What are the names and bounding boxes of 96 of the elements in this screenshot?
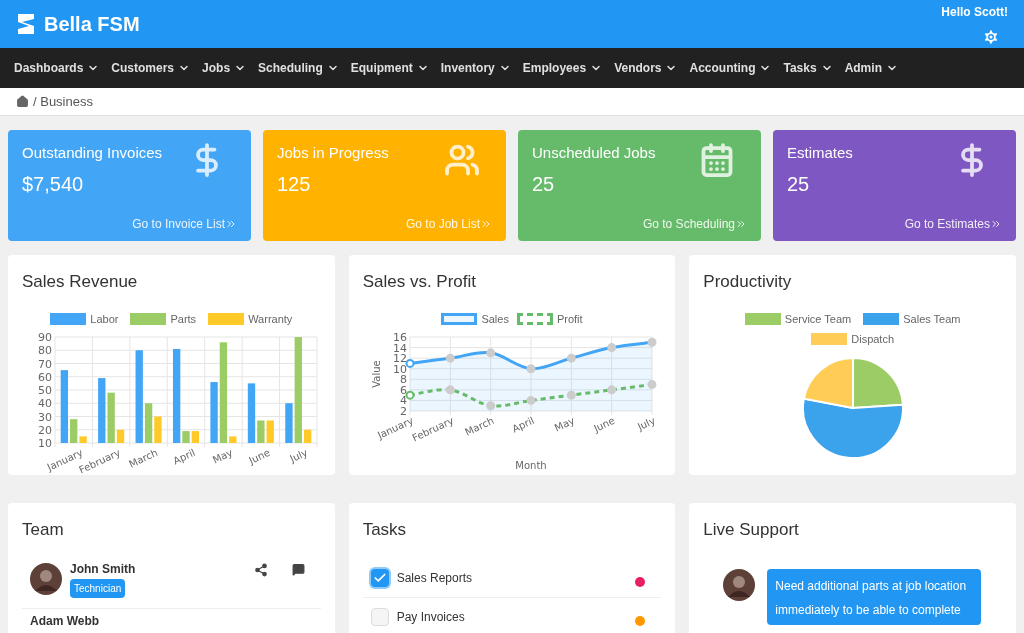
nav-menu[interactable]: Inventory [434, 59, 517, 77]
bar [192, 431, 200, 443]
y-tick-label: 50 [38, 384, 53, 397]
home-icon[interactable] [16, 95, 29, 108]
double-chevron-icon [225, 218, 237, 230]
data-point [526, 364, 536, 374]
data-point [566, 390, 576, 400]
x-tick-label: July [288, 446, 310, 465]
role-tag: Technician [70, 578, 126, 598]
legend-label: Dispatch [851, 332, 895, 347]
legend-label: Warranty [248, 311, 293, 327]
y-tick-label: 2 [400, 405, 407, 418]
checkbox[interactable] [370, 607, 389, 626]
x-tick-label: May [211, 446, 235, 466]
data-point [445, 385, 455, 395]
y-tick-label: 16 [393, 331, 407, 344]
logo-icon [16, 12, 36, 36]
double-chevron-icon [480, 218, 492, 230]
stat-value: $7,540 [22, 171, 85, 197]
card-title: Sales Revenue [22, 271, 139, 293]
checkbox[interactable] [370, 568, 389, 587]
nav-menu[interactable]: Jobs [196, 59, 253, 77]
stat-value: 25 [532, 171, 556, 197]
member-name: Adam Webb [30, 614, 101, 627]
y-tick-label: 90 [38, 331, 53, 344]
nav-menu[interactable]: Equipment [344, 59, 435, 77]
nav-menu[interactable]: Customers [105, 59, 197, 77]
data-point [647, 380, 657, 390]
users-icon [444, 142, 480, 178]
stat-value: 125 [277, 171, 312, 197]
y-tick-label: 20 [38, 423, 53, 437]
stat-title: Outstanding Invoices [22, 143, 163, 163]
data-point [607, 343, 617, 353]
nav-menu[interactable]: Accounting [683, 59, 778, 77]
y-tick-label: 30 [38, 410, 53, 424]
legend-label: Sales [481, 311, 509, 327]
card-title: Team [22, 519, 65, 541]
card-title: Productivity [703, 271, 793, 293]
nav-menu[interactable]: Employees [516, 59, 609, 77]
double-chevron-icon [990, 218, 1002, 230]
nav-menu[interactable]: Tasks [777, 59, 839, 77]
task-label: Pay Invoices [396, 608, 466, 626]
stat-link[interactable]: Go to Estimates [904, 215, 1002, 233]
legend-label: Service Team [784, 311, 852, 327]
task-label: Sales Reports [396, 569, 474, 587]
chat-icon[interactable] [291, 562, 305, 576]
x-tick-label: June [592, 414, 617, 434]
stat-title: Unscheduled Jobs [532, 143, 656, 163]
breadcrumb: / Business [33, 92, 93, 111]
greeting: Hello Scott! [941, 4, 1008, 20]
data-point [445, 353, 455, 363]
data-point [486, 401, 496, 411]
chat-message: Need additional parts at job location immediately to be able to complete [775, 578, 967, 617]
share-icon[interactable] [253, 562, 268, 577]
double-chevron-icon [735, 218, 747, 230]
legend-label: Parts [170, 311, 197, 327]
y-tick-label: 10 [38, 437, 53, 450]
x-tick-label: April [510, 414, 536, 435]
legend-label: Profit [556, 311, 583, 327]
legend-label: Sales Team [903, 311, 961, 327]
data-point [486, 348, 496, 358]
x-axis-label: Month [515, 460, 547, 471]
x-tick-label: May [552, 414, 577, 434]
nav-menu[interactable]: Admin [838, 59, 904, 77]
brand-name: Bella FSM [44, 12, 140, 37]
data-point [607, 385, 617, 395]
y-tick-label: 40 [38, 397, 53, 411]
x-tick-label: July [635, 414, 657, 433]
stat-value: 25 [787, 171, 811, 197]
nav-menu[interactable]: Vendors [608, 59, 684, 77]
nav-menu[interactable]: Scheduling [252, 59, 345, 77]
x-tick-label: June [247, 446, 273, 466]
data-point [405, 390, 415, 400]
legend-label: Labor [90, 311, 119, 327]
data-point [526, 395, 536, 405]
data-point [566, 353, 576, 363]
y-tick-label: 70 [38, 357, 53, 371]
avatar [30, 562, 62, 595]
y-tick-label: 60 [38, 370, 53, 384]
x-tick-label: April [171, 446, 198, 467]
y-tick-label: 80 [38, 344, 53, 358]
nav-menu[interactable]: Dashboards [8, 59, 106, 77]
avatar [723, 568, 756, 601]
data-point [647, 337, 657, 347]
member-name: John Smith [70, 562, 137, 575]
stat-title: Estimates [787, 143, 853, 163]
calendar-icon [699, 142, 735, 178]
y-tick-label: 4 [400, 394, 407, 408]
y-tick-label: 14 [393, 341, 407, 355]
card-title: Live Support [703, 519, 800, 541]
card-title: Sales vs. Profit [362, 271, 478, 293]
data-point [405, 358, 415, 368]
stat-title: Jobs in Progress [277, 143, 389, 163]
y-axis-label: Value [371, 360, 382, 388]
card-title: Tasks [362, 519, 408, 541]
bar [266, 420, 275, 443]
